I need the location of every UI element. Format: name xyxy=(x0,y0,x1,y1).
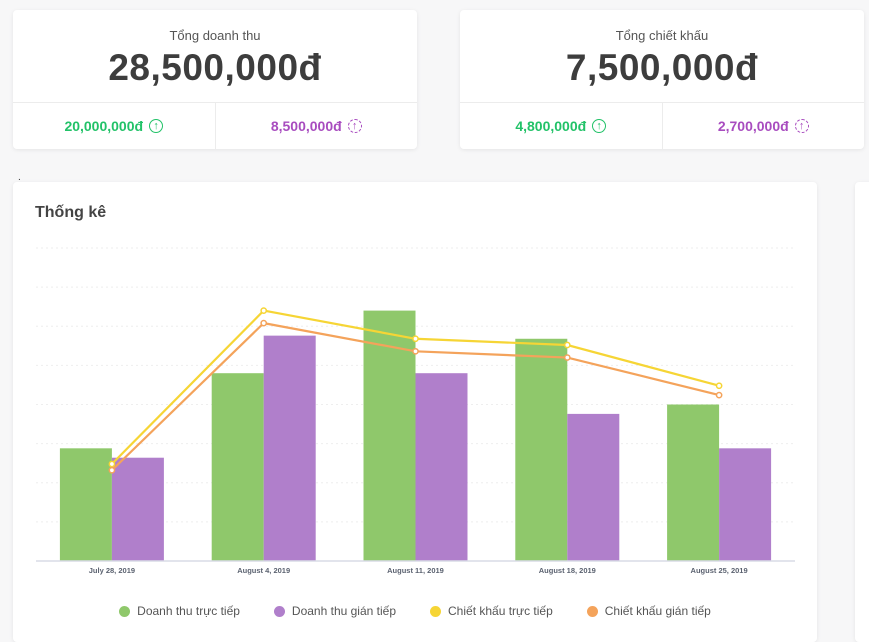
total-revenue-value: 28,500,000đ xyxy=(108,47,322,88)
total-revenue-breakdown: 20,000,000đ ↑ 8,500,000đ ↑ xyxy=(13,103,417,149)
bar-direct-revenue xyxy=(211,373,264,561)
x-tick-label: August 11, 2019 xyxy=(387,566,444,575)
bar-indirect-revenue xyxy=(415,373,468,561)
total-revenue-header: Tổng doanh thu 28,500,000đ xyxy=(13,10,417,103)
arrow-up-circle-icon: ↑ xyxy=(592,119,607,133)
bar-direct-revenue xyxy=(363,310,416,561)
line-point xyxy=(260,319,268,327)
line-point xyxy=(412,347,419,355)
total-discount-value: 7,500,000đ xyxy=(565,47,759,88)
line-point xyxy=(563,354,571,361)
statistics-chart: July 28, 2019 August 4, 2019 August 11, 20… xyxy=(36,247,795,575)
bar-indirect-revenue xyxy=(567,413,620,561)
line-point xyxy=(260,307,268,314)
arrow-up-dashed-circle-icon: ↑ xyxy=(794,119,809,133)
indirect-discount-value: 2,700,000đ xyxy=(717,118,789,134)
line-point xyxy=(108,466,116,474)
bar-direct-revenue xyxy=(667,404,720,561)
line-point xyxy=(563,341,571,349)
bar-indirect-revenue xyxy=(263,335,316,561)
line-point xyxy=(108,460,116,468)
x-tick-label: July 28, 2019 xyxy=(89,566,135,575)
x-tick-label: August 18, 2019 xyxy=(539,566,596,575)
legend-swatch xyxy=(430,605,442,617)
direct-revenue-value: 20,000,000đ xyxy=(64,118,144,134)
statistics-card: Thống kê July 28, 2019 August 4, 2019 Augu… xyxy=(13,182,817,642)
bar-indirect-revenue xyxy=(719,448,772,561)
indirect-revenue: 8,500,000đ ↑ xyxy=(214,103,418,149)
arrow-up-circle-icon: ↑ xyxy=(149,119,164,133)
line-point xyxy=(715,382,723,390)
total-discount-label: Tổng chiết khấu xyxy=(615,28,709,43)
arrow-up-dashed-circle-icon: ↑ xyxy=(347,119,362,133)
legend-item[interactable]: Chiết khấu gián tiếp xyxy=(586,604,711,618)
legend-swatch xyxy=(119,605,131,617)
legend-label: Doanh thu gián tiếp xyxy=(291,604,397,618)
legend-item[interactable]: Doanh thu trực tiếp xyxy=(119,604,240,618)
total-discount-breakdown: 4,800,000đ ↑ 2,700,000đ ↑ xyxy=(460,103,864,149)
x-tick-label: August 25, 2019 xyxy=(691,566,748,575)
indirect-discount: 2,700,000đ ↑ xyxy=(661,103,865,149)
line-point xyxy=(412,335,419,343)
total-revenue-card: Tổng doanh thu 28,500,000đ 20,000,000đ ↑… xyxy=(13,10,417,149)
legend-item[interactable]: Chiết khấu trực tiếp xyxy=(430,604,553,618)
legend-label: Chiết khấu gián tiếp xyxy=(604,604,711,618)
legend-swatch xyxy=(586,605,598,617)
legend-label: Chiết khấu trực tiếp xyxy=(448,604,553,618)
legend-item[interactable]: Doanh thu gián tiếp xyxy=(273,604,397,618)
side-card-partial xyxy=(855,182,869,642)
indirect-revenue-value: 8,500,000đ xyxy=(270,118,342,134)
total-discount-header: Tổng chiết khấu 7,500,000đ xyxy=(460,10,864,103)
total-revenue-label: Tổng doanh thu xyxy=(169,28,261,43)
chart-legend: Doanh thu trực tiếp Doanh thu gián tiếp Ch… xyxy=(13,604,817,618)
bar-direct-revenue xyxy=(59,448,112,561)
bar-indirect-revenue xyxy=(111,457,164,561)
direct-discount: 4,800,000đ ↑ xyxy=(460,103,662,149)
line-point xyxy=(715,391,723,399)
total-discount-card: Tổng chiết khấu 7,500,000đ 4,800,000đ ↑ … xyxy=(460,10,864,149)
bar-direct-revenue xyxy=(515,338,568,561)
direct-revenue: 20,000,000đ ↑ xyxy=(13,103,215,149)
direct-discount-value: 4,800,000đ xyxy=(515,118,587,134)
legend-label: Doanh thu trực tiếp xyxy=(137,604,240,618)
x-tick-label: August 4, 2019 xyxy=(237,566,290,575)
legend-swatch xyxy=(273,605,285,617)
